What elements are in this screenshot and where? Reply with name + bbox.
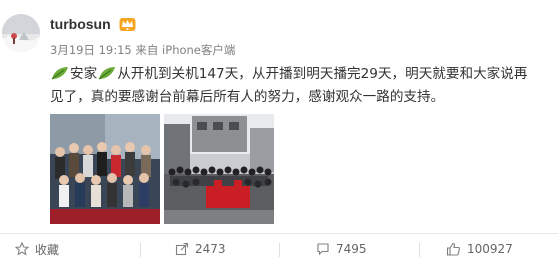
comment-count: 7495 [336, 242, 367, 256]
action-bar-divider [0, 233, 558, 234]
username[interactable]: turbosun [50, 16, 111, 32]
avatar-image [2, 14, 40, 52]
post-meta: 3月19日 19:15 来自 iPhone客户端 [50, 42, 235, 58]
wrap-party-image [164, 114, 274, 224]
share-button[interactable]: 2473 [175, 236, 226, 262]
cast-group-image [50, 114, 160, 224]
post-text-part-1: 安家 [70, 66, 98, 82]
favorite-label: 收藏 [35, 242, 60, 257]
favorite-button[interactable]: 收藏 [15, 236, 59, 262]
share-count: 2473 [195, 242, 226, 256]
action-separator [140, 243, 141, 257]
comment-icon [317, 243, 329, 256]
post-date[interactable]: 3月19日 19:15 [50, 43, 132, 57]
action-separator [279, 243, 280, 257]
post-text: 安家 从开机到关机147天，从开播到明天播完29天，明天就要和大家说再见了，真的… [50, 63, 530, 109]
post-source: 来自 iPhone客户端 [135, 43, 236, 57]
like-button[interactable]: 100927 [446, 236, 513, 262]
star-icon [15, 242, 29, 256]
leaf-emoji-icon [98, 67, 116, 80]
share-icon [175, 242, 189, 256]
post-text-part-2: 从开机到关机147天，从开播到明天播完29天，明天就要和大家说再见了，真的要感谢… [50, 66, 528, 105]
comment-button[interactable]: 7495 [316, 236, 367, 262]
like-count: 100927 [467, 242, 513, 256]
avatar[interactable] [2, 14, 40, 52]
photo-wrap-party-group[interactable] [164, 114, 274, 224]
crown-badge-icon[interactable] [119, 16, 136, 32]
leaf-emoji-icon [51, 67, 68, 80]
thumbs-up-icon [446, 242, 460, 256]
action-separator [419, 243, 420, 257]
photo-cast-group[interactable] [50, 114, 160, 224]
